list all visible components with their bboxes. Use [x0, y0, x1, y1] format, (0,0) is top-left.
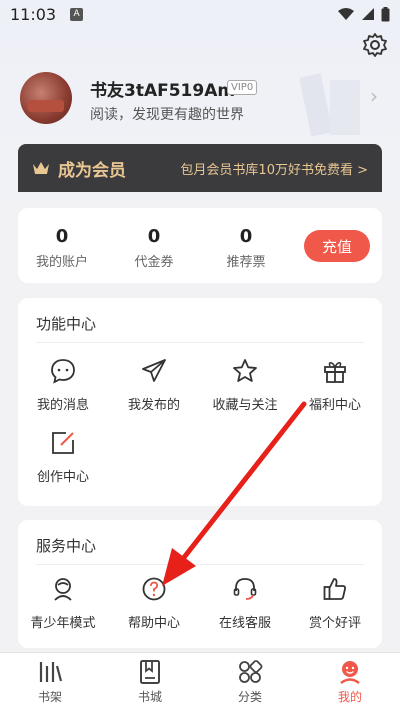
grid-item-messages[interactable]: 我的消息 — [18, 358, 108, 413]
wifi-icon — [338, 8, 354, 20]
profile-section[interactable]: 书友3tAF519Am VIP0 阅读，发现更有趣的世界 › — [20, 72, 380, 128]
nav-item-profile[interactable]: 我的 — [310, 659, 390, 705]
grid-item-label: 赏个好评 — [308, 616, 361, 631]
divider — [36, 342, 364, 343]
profile-slogan: 阅读，发现更有趣的世界 — [90, 107, 244, 123]
grid-item-label: 创作中心 — [36, 470, 89, 485]
divider — [36, 564, 364, 565]
teen-mode-icon — [54, 578, 72, 601]
battery-icon — [381, 6, 390, 21]
profile-icon — [340, 661, 360, 684]
nav-item-category[interactable]: 分类 — [210, 659, 290, 705]
gift-icon — [324, 361, 346, 383]
voucher-stat[interactable]: 0 代金券 — [114, 226, 194, 270]
nav-item-bookshelf[interactable]: 书架 — [10, 659, 90, 705]
grid-item-label: 帮助中心 — [127, 616, 180, 631]
avatar[interactable] — [20, 72, 72, 124]
bookstore-icon — [140, 660, 160, 684]
crown-icon — [33, 162, 49, 174]
vip-level-badge: VIP0 — [227, 80, 258, 95]
recommend-ticket-value: 0 — [239, 226, 253, 247]
chevron-right-icon[interactable]: › — [370, 84, 378, 108]
signal-icon — [362, 8, 374, 20]
thumbs-up-icon — [323, 578, 346, 600]
settings-gear-icon[interactable] — [362, 32, 388, 58]
message-icon — [51, 359, 75, 384]
grid-item-teen-mode[interactable]: 青少年模式 — [18, 576, 108, 631]
grid-item-label: 青少年模式 — [30, 616, 96, 631]
recommend-ticket-stat[interactable]: 0 推荐票 — [206, 226, 286, 270]
recommend-ticket-label: 推荐票 — [226, 255, 266, 270]
nav-label: 书架 — [37, 690, 62, 704]
account-balance-value: 0 — [55, 226, 69, 247]
nav-label: 我的 — [337, 690, 362, 704]
vip-banner-title: 成为会员 — [58, 160, 126, 181]
service-center-card: 服务中心 青少年模式 帮助中心 在线客服 赏个好评 — [18, 520, 382, 648]
grid-item-rate-app[interactable]: 赏个好评 — [290, 576, 380, 631]
status-bar: 11:03 A — [0, 0, 400, 28]
help-icon — [142, 577, 166, 601]
bookshelf-icon — [39, 662, 63, 682]
nav-label: 书城 — [137, 690, 162, 704]
category-icon — [239, 660, 263, 683]
grid-item-label: 我的消息 — [36, 398, 89, 413]
headset-icon — [233, 578, 257, 600]
account-balance-stat[interactable]: 0 我的账户 — [22, 226, 102, 270]
service-center-title: 服务中心 — [36, 537, 97, 555]
bottom-navigation: 书架 书城 分类 我的 — [0, 652, 400, 710]
account-balance-label: 我的账户 — [35, 255, 88, 270]
grid-item-label: 我发布的 — [127, 398, 180, 413]
grid-item-creation[interactable]: 创作中心 — [18, 430, 108, 485]
user-nickname: 书友3tAF519Am — [90, 81, 236, 101]
function-center-title: 功能中心 — [36, 315, 97, 333]
voucher-value: 0 — [147, 226, 161, 247]
recharge-button[interactable]: 充值 — [304, 230, 370, 262]
grid-item-welfare[interactable]: 福利中心 — [290, 358, 380, 413]
star-icon — [233, 359, 257, 382]
account-card: 0 我的账户 0 代金券 0 推荐票 充值 — [18, 208, 382, 283]
send-icon — [142, 359, 166, 382]
function-center-card: 功能中心 我的消息 我发布的 收藏与关注 福利中心 创作中心 — [18, 298, 382, 506]
grid-item-online-support[interactable]: 在线客服 — [200, 576, 290, 631]
grid-item-label: 福利中心 — [308, 398, 361, 413]
vip-banner-promo[interactable]: 包月会员书库10万好书免费看 > — [180, 159, 368, 178]
nav-label: 分类 — [237, 690, 262, 704]
status-time: 11:03 — [10, 4, 57, 24]
grid-item-label: 在线客服 — [218, 616, 271, 631]
nav-item-bookstore[interactable]: 书城 — [110, 659, 190, 705]
voucher-label: 代金券 — [134, 255, 174, 270]
vip-membership-banner[interactable]: 成为会员 包月会员书库10万好书免费看 > — [18, 144, 382, 192]
grid-item-help-center[interactable]: 帮助中心 — [109, 576, 199, 631]
grid-item-label: 收藏与关注 — [212, 398, 278, 413]
notification-badge: A — [70, 7, 84, 21]
edit-icon — [52, 432, 74, 454]
grid-item-my-posts[interactable]: 我发布的 — [109, 358, 199, 413]
grid-item-favorites[interactable]: 收藏与关注 — [200, 358, 290, 413]
